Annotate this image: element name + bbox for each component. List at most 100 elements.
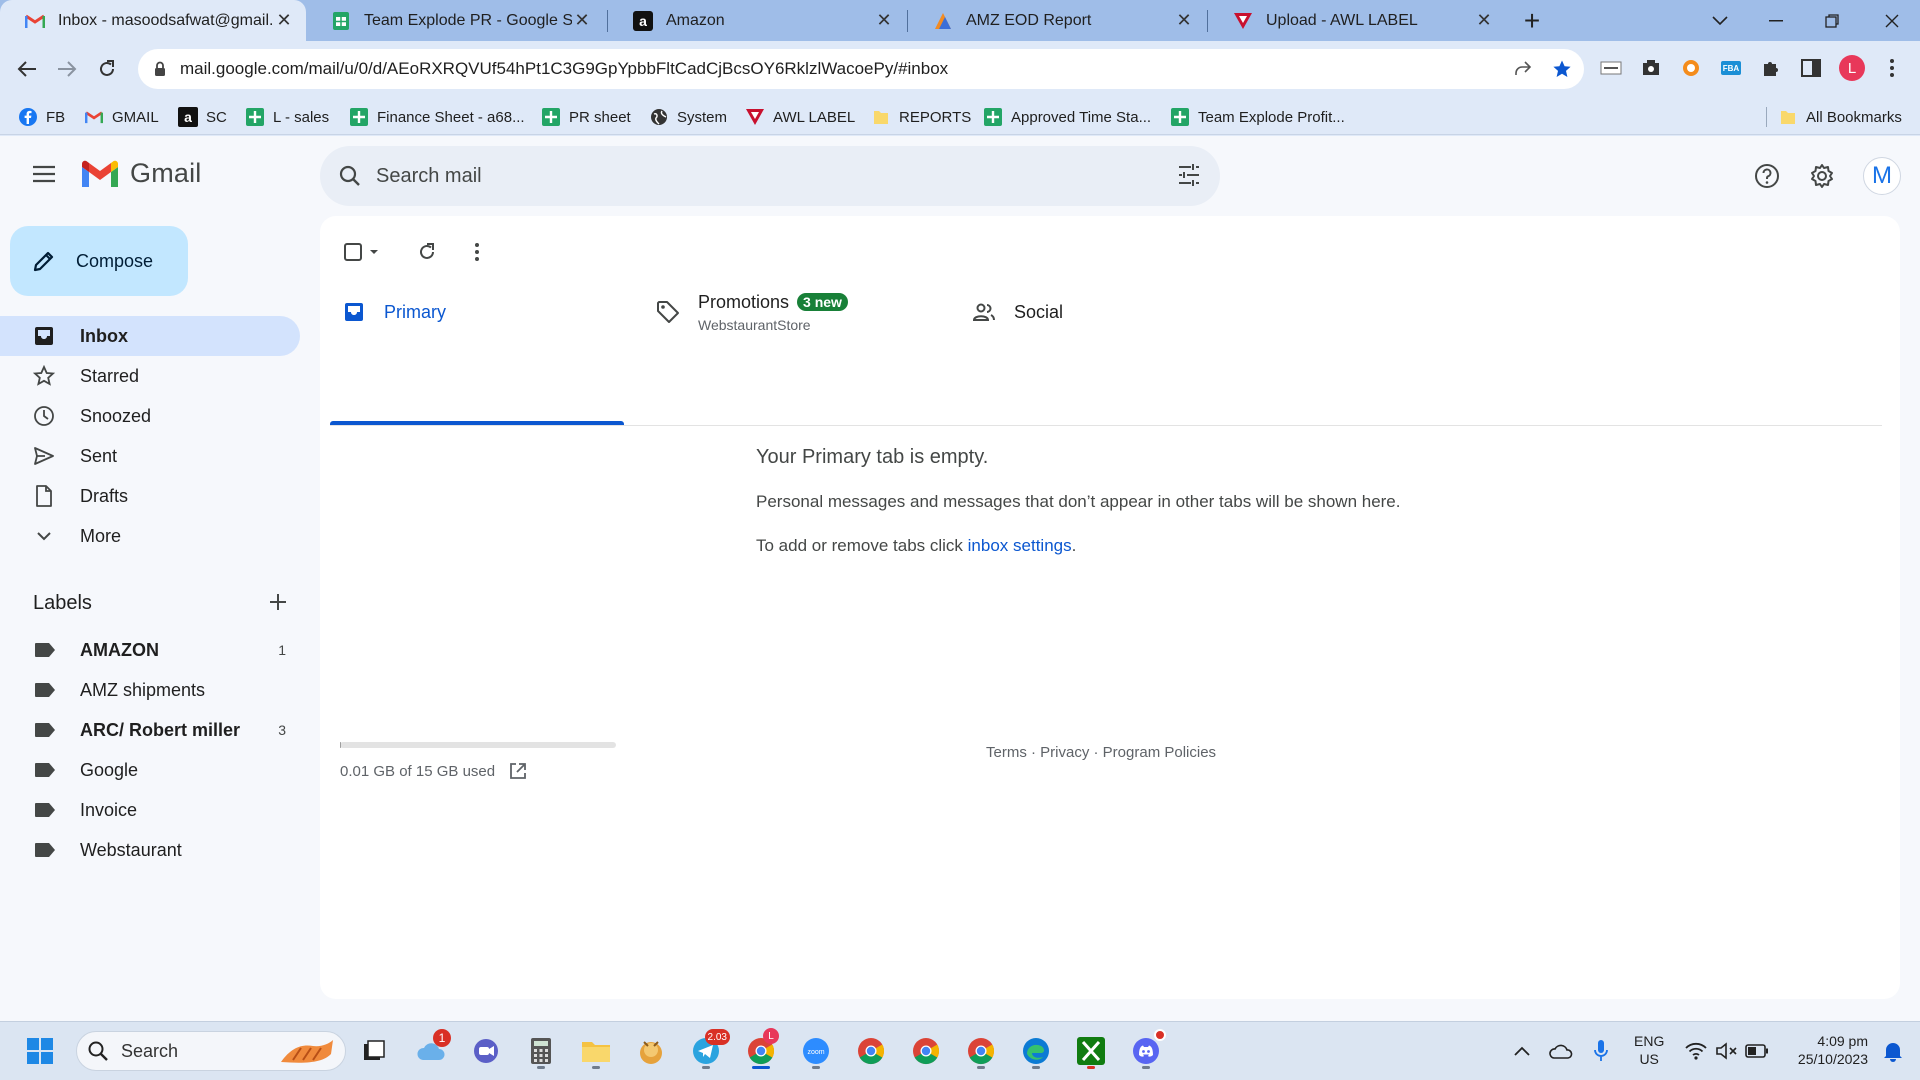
close-tab-icon[interactable]: ✕ (874, 10, 894, 31)
browser-tab-amazon[interactable]: a Amazon ✕ (608, 0, 906, 41)
search-options-icon[interactable] (1176, 162, 1202, 188)
file-explorer-icon[interactable] (576, 1031, 616, 1071)
nav-inbox[interactable]: Inbox (0, 316, 300, 356)
wifi-icon[interactable] (1683, 1038, 1709, 1064)
tab-primary[interactable]: Primary (342, 276, 622, 348)
browser-tab-sheets[interactable]: Team Explode PR - Google Sheets ✕ (306, 0, 604, 41)
extension-icon[interactable]: FBA (1717, 54, 1745, 82)
extension-icon[interactable] (1597, 54, 1625, 82)
bookmark-star-icon[interactable] (1552, 59, 1572, 79)
lock-icon[interactable] (154, 61, 166, 77)
tab-search-icon[interactable] (1692, 0, 1748, 41)
chrome-icon[interactable]: L (741, 1028, 781, 1071)
bookmark-fb[interactable]: FB (18, 99, 65, 135)
tab-promotions[interactable]: Promotions 3 new WebstaurantStore (656, 276, 956, 348)
nav-snoozed[interactable]: Snoozed (0, 396, 300, 436)
label-invoice[interactable]: Invoice (0, 790, 300, 830)
browser-tab-gmail[interactable]: Inbox - masoodsafwat@gmail.com ✕ (0, 0, 306, 41)
main-menu-button[interactable] (28, 158, 60, 190)
close-tab-icon[interactable]: ✕ (1474, 10, 1494, 31)
bookmark-sc[interactable]: a SC (178, 99, 227, 135)
notifications-bell-icon[interactable] (1880, 1038, 1906, 1064)
browser-tab-eod-report[interactable]: AMZ EOD Report ✕ (908, 0, 1206, 41)
extension-icon[interactable] (1677, 54, 1705, 82)
label-arc-robert-miller[interactable]: ARC/ Robert miller 3 (0, 710, 300, 750)
chrome-profile-icon[interactable] (851, 1031, 891, 1071)
help-icon[interactable] (1749, 158, 1785, 194)
bookmark-awl-label[interactable]: AWL LABEL (745, 99, 855, 135)
nav-sent[interactable]: Sent (0, 436, 300, 476)
input-language[interactable]: ENG US (1634, 1032, 1664, 1068)
onedrive-icon[interactable] (1548, 1038, 1574, 1064)
bookmark-l-sales[interactable]: L - sales (245, 99, 329, 135)
account-avatar[interactable]: M (1863, 157, 1901, 195)
weather-icon[interactable]: 1 (411, 1029, 451, 1071)
refresh-icon[interactable] (413, 238, 441, 266)
puzzle-icon[interactable] (1757, 54, 1785, 82)
game-app-icon[interactable] (631, 1031, 671, 1071)
browser-menu-icon[interactable] (1878, 54, 1906, 82)
label-google[interactable]: Google (0, 750, 300, 790)
close-window-button[interactable] (1864, 0, 1920, 41)
tab-social[interactable]: Social (972, 276, 1272, 348)
battery-icon[interactable] (1744, 1038, 1770, 1064)
telegram-icon[interactable]: 2.03 (686, 1029, 730, 1071)
profile-avatar[interactable]: L (1838, 54, 1866, 82)
search-icon[interactable] (338, 164, 362, 188)
teams-meet-icon[interactable] (466, 1031, 506, 1071)
address-bar[interactable]: mail.google.com/mail/u/0/d/AEoRXRQVUf54h… (138, 49, 1584, 89)
create-label-button[interactable] (264, 588, 292, 616)
search-input[interactable]: Search mail (376, 165, 482, 188)
share-icon[interactable] (1512, 59, 1532, 79)
nav-more[interactable]: More (0, 516, 300, 556)
chrome-profile-icon[interactable] (906, 1031, 946, 1071)
bookmark-approved-time[interactable]: Approved Time Sta... (983, 99, 1151, 135)
all-bookmarks[interactable]: All Bookmarks (1778, 99, 1902, 135)
url-text[interactable]: mail.google.com/mail/u/0/d/AEoRXRQVUf54h… (180, 59, 948, 79)
close-tab-icon[interactable]: ✕ (1174, 10, 1194, 31)
discord-icon[interactable] (1126, 1029, 1166, 1071)
minimize-button[interactable] (1748, 0, 1804, 41)
inbox-settings-link[interactable]: inbox settings (968, 536, 1072, 555)
close-tab-icon[interactable]: ✕ (572, 10, 592, 31)
task-view-icon[interactable] (354, 1031, 394, 1071)
compose-button[interactable]: Compose (10, 226, 188, 296)
label-amazon[interactable]: AMAZON 1 (0, 630, 300, 670)
label-webstaurant[interactable]: Webstaurant (0, 830, 300, 870)
taskbar-search[interactable]: Search (76, 1031, 346, 1071)
more-options-icon[interactable] (463, 238, 491, 266)
nav-starred[interactable]: Starred (0, 356, 300, 396)
system-clock[interactable]: 4:09 pm 25/10/2023 (1784, 1032, 1868, 1068)
volume-muted-icon[interactable] (1714, 1038, 1740, 1064)
open-in-new-icon[interactable] (509, 762, 527, 780)
restore-button[interactable] (1804, 0, 1860, 41)
new-tab-button[interactable]: + (1517, 5, 1547, 36)
windows-start-icon[interactable] (20, 1031, 60, 1071)
bookmark-finance-sheet[interactable]: Finance Sheet - a68... (349, 99, 525, 135)
search-mail-bar[interactable]: Search mail (320, 146, 1220, 206)
edge-icon[interactable] (1016, 1031, 1056, 1071)
close-tab-icon[interactable]: ✕ (274, 10, 294, 31)
microphone-icon[interactable] (1588, 1038, 1614, 1064)
back-button[interactable] (9, 51, 45, 87)
forward-button[interactable] (49, 51, 85, 87)
show-hidden-icons[interactable] (1509, 1038, 1535, 1064)
bookmark-pr-sheet[interactable]: PR sheet (541, 99, 631, 135)
browser-tab-awl-label[interactable]: Upload - AWL LABEL ✕ (1208, 0, 1506, 41)
chrome-profile-icon[interactable] (961, 1031, 1001, 1071)
select-checkbox[interactable] (340, 238, 384, 266)
nav-drafts[interactable]: Drafts (0, 476, 300, 516)
calculator-icon[interactable] (521, 1031, 561, 1071)
bookmark-gmail[interactable]: GMAIL (84, 99, 159, 135)
gmail-logo[interactable]: Gmail (80, 158, 202, 189)
bookmark-reports[interactable]: REPORTS (871, 99, 971, 135)
bookmark-system[interactable]: System (649, 99, 727, 135)
bookmark-team-explode-profit[interactable]: Team Explode Profit... (1170, 99, 1345, 135)
extension-icon[interactable] (1637, 54, 1665, 82)
label-amz-shipments[interactable]: AMZ shipments (0, 670, 300, 710)
footer-links[interactable]: Terms · Privacy · Program Policies (986, 744, 1216, 761)
settings-gear-icon[interactable] (1804, 158, 1840, 194)
side-panel-icon[interactable] (1797, 54, 1825, 82)
zoom-icon[interactable]: zoom (796, 1031, 836, 1071)
reload-button[interactable] (89, 51, 125, 87)
